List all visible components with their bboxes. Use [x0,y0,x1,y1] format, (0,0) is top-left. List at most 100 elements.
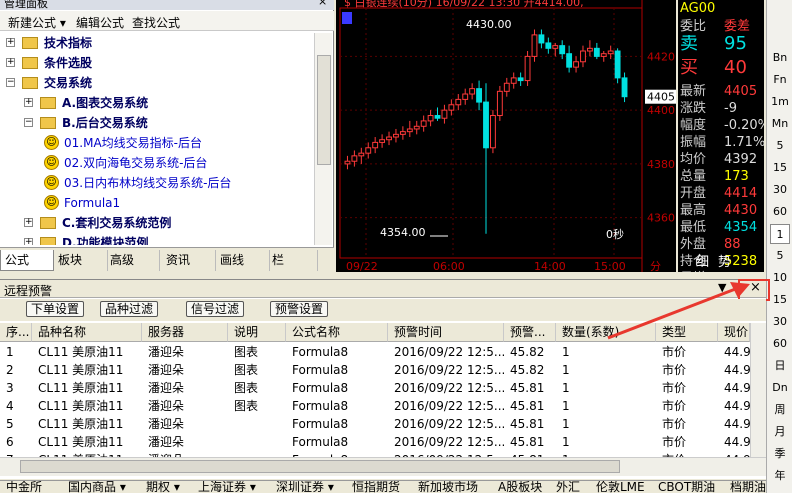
folder-icon [22,37,38,49]
period-button-1[interactable]: Fn [770,70,790,90]
period-button-5[interactable]: 15 [770,158,790,178]
quote-panel: AG00 委比 委差卖 95 买 40 最新 4405 涨跌 -9 幅度 -0.20% 振幅 1.71% 均… [678,0,764,272]
alert-title: 远程预警 [4,284,53,298]
quote-value: -0.20% [724,118,764,133]
signal-filter-button[interactable]: 信号过滤 [186,301,244,317]
market-tab[interactable]: CBOT期油 [658,481,715,493]
period-button-14[interactable]: 日 [770,356,790,376]
tree-item[interactable]: − 交易系统 [0,73,314,93]
tab-4[interactable]: 画线 [216,250,270,271]
formula-manager-panel: 管理面板 × 新建公式 ▾ 编辑公式 查找公式 + 技术指标 + 条件选股 − 交易系统 +… [0,0,334,272]
expand-icon[interactable]: + [6,38,15,47]
period-button-18[interactable]: 季 [770,444,790,464]
market-tab[interactable]: 国内商品 ▾ [68,481,126,493]
period-button-4[interactable]: 5 [770,136,790,156]
period-button-13[interactable]: 60 [770,334,790,354]
tab-5[interactable]: 栏 [268,250,318,271]
expand-icon[interactable]: + [24,98,33,107]
collapse-icon[interactable]: − [24,118,33,127]
expand-icon[interactable]: + [6,58,15,67]
column-header[interactable]: 序... [0,323,32,342]
tab-2[interactable]: 高级 [106,250,160,271]
candle-body [573,61,579,68]
formula-tree: + 技术指标 + 条件选股 − 交易系统 + A.图表交易系统 − B.后台交易系统 ☺ 01.MA均… [0,33,314,245]
period-button-7[interactable]: 60 [770,202,790,222]
tree-item[interactable]: ☺ 01.MA均线交易指标-后台 [0,133,314,153]
column-header[interactable]: 品种名称 [32,323,142,342]
period-button-9[interactable]: 5 [770,246,790,266]
x-tick-label: 14:00 [534,260,566,272]
tab-3[interactable]: 资讯 [162,250,216,271]
edit-formula-menu[interactable]: 编辑公式 [76,14,124,31]
market-tab[interactable]: A股板块 [498,481,542,493]
tab-0[interactable]: 公式 [0,250,54,271]
market-tab[interactable]: 恒指期货 [352,481,400,493]
kline-chart[interactable]: 4420 4400 4380 4360 09/22 06:00 14:00 15:00 4430… [336,0,676,272]
column-header[interactable]: 服务器 [142,323,228,342]
order-settings-button[interactable]: 下单设置 [26,301,84,317]
quote-label: 开盘 [680,186,707,201]
tree-item[interactable]: + C.套利交易系统范例 [0,213,314,233]
candle-body [531,34,538,57]
quote-tab[interactable]: 势 [718,254,731,271]
new-formula-menu[interactable]: 新建公式 ▾ [8,14,66,31]
formula-smiley-icon: ☺ [44,175,59,190]
quote-value: 4414 [724,186,758,201]
market-tab[interactable]: 伦敦LME [596,481,645,493]
close-icon[interactable]: × [318,0,327,8]
period-button-11[interactable]: 15 [770,290,790,310]
tree-item-label: 技术指标 [44,36,93,50]
market-tab[interactable]: 新加坡市场 [418,481,478,493]
expand-icon[interactable]: + [24,218,33,227]
candle-body [434,115,441,119]
period-button-17[interactable]: 月 [770,422,790,442]
period-button-2[interactable]: 1m [770,92,790,112]
tree-scrollbar[interactable] [314,33,332,245]
column-header[interactable]: 预警时间 [388,323,504,342]
period-button-6[interactable]: 30 [770,180,790,200]
tree-item[interactable]: + A.图表交易系统 [0,93,314,113]
market-tab[interactable]: 上海证券 ▾ [198,481,256,493]
table-cell: 市价 [662,417,687,431]
tab-1[interactable]: 板块 [54,250,108,271]
column-header[interactable]: 公式名称 [286,323,388,342]
period-button-15[interactable]: Dn [770,378,790,398]
period-button-16[interactable]: 周 [770,400,790,420]
tree-item-label: 交易系统 [44,76,93,90]
period-button-0[interactable]: Bn [770,48,790,68]
table-cell: 6 [6,435,14,449]
market-tab[interactable]: 深圳证券 ▾ [276,481,334,493]
tree-item[interactable]: + 条件选股 [0,53,314,73]
find-formula-menu[interactable]: 查找公式 [132,14,180,31]
candle-body [420,120,427,127]
table-cell: Formula8 [292,417,349,431]
market-tab[interactable]: 期权 ▾ [146,481,180,493]
period-button-8[interactable]: 1 [770,224,790,244]
period-button-3[interactable]: Mn [770,114,790,134]
alert-settings-button[interactable]: 预警设置 [270,301,328,317]
column-header[interactable]: 说明 [228,323,286,342]
table-cell: 1 [562,435,570,449]
market-tab[interactable]: 外汇 [556,481,580,493]
tree-item[interactable]: + 技术指标 [0,33,314,53]
period-button-19[interactable]: 年 [770,466,790,486]
tree-item[interactable]: ☺ 02.双向海龟交易系统-后台 [0,153,314,173]
quote-tab[interactable]: 细 [696,254,709,271]
tree-item[interactable]: + D.功能模块范例 [0,233,314,245]
tree-item[interactable]: ☺ Formula1 [0,193,314,213]
quote-label: 委比 [680,19,707,34]
market-tab[interactable]: 档期油 [730,481,766,493]
collapse-icon[interactable]: − [6,78,15,87]
period-button-12[interactable]: 30 [770,312,790,332]
scroll-thumb[interactable] [20,460,620,473]
tree-item[interactable]: − B.后台交易系统 [0,113,314,133]
horizontal-scrollbar[interactable] [0,457,766,476]
column-header[interactable]: 预警... [504,323,556,342]
scroll-thumb[interactable] [317,55,331,165]
period-button-10[interactable]: 10 [770,268,790,288]
market-tab[interactable]: 中金所 [6,481,42,493]
symbol-code: AG00 [680,1,716,16]
expand-icon[interactable]: + [24,238,33,245]
symbol-filter-button[interactable]: 品种过滤 [100,301,158,317]
tree-item[interactable]: ☺ 03.日内布林均线交易系统-后台 [0,173,314,193]
